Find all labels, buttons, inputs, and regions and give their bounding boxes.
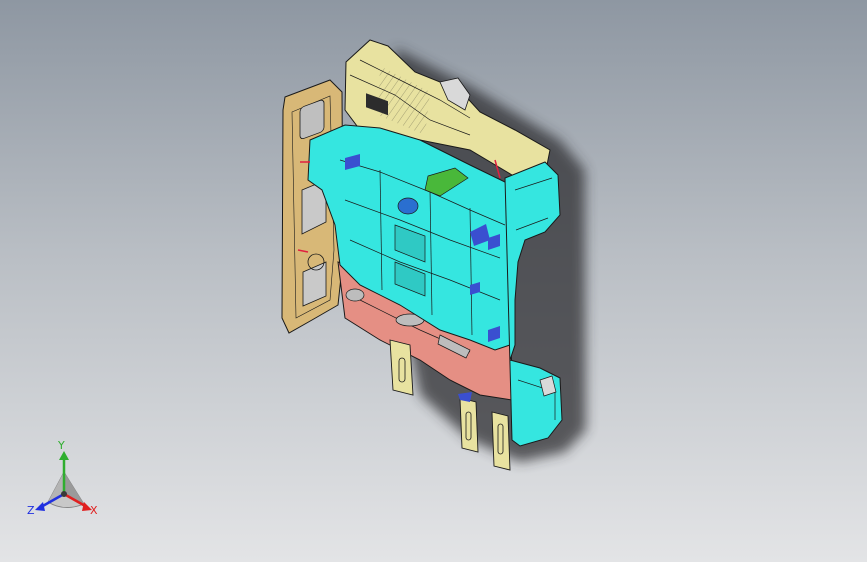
z-axis-label: Z <box>27 504 35 517</box>
axis-triad: Y X Z <box>24 440 108 528</box>
z-axis-arrow-icon <box>35 502 45 511</box>
cad-model[interactable] <box>0 0 867 562</box>
graphics-viewport[interactable]: Y X Z <box>0 0 867 562</box>
y-axis-label: Y <box>58 439 65 452</box>
x-axis-label: X <box>90 504 98 517</box>
y-axis-arrow-icon <box>59 451 69 460</box>
